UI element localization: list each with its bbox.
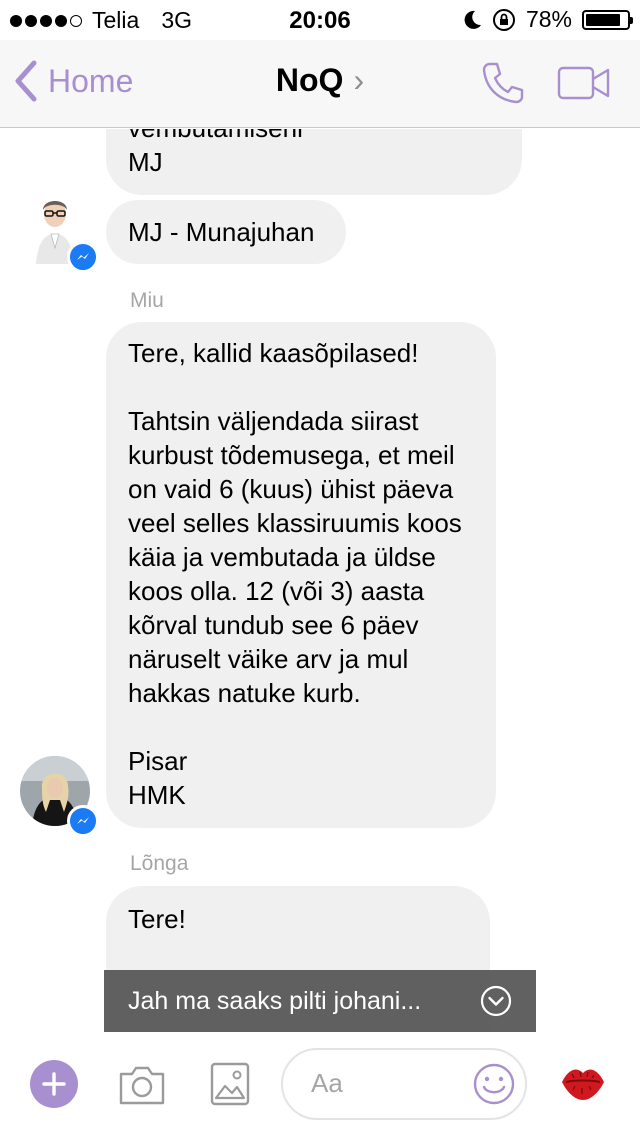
- messenger-icon: [67, 805, 99, 837]
- title-text: NoQ: [275, 62, 344, 98]
- sender-name: Miu: [130, 289, 164, 312]
- rotation-lock-icon: [492, 8, 515, 31]
- chevron-right-icon: ›: [353, 62, 365, 98]
- message-line: vembutamiseni: [128, 129, 500, 145]
- battery-icon: [582, 9, 633, 30]
- message-bubble[interactable]: vembutamiseni MJ: [106, 129, 522, 195]
- message-line: MJ: [128, 147, 163, 177]
- conversation-title[interactable]: NoQ ›: [0, 62, 640, 99]
- message-bubble[interactable]: MJ - Munajuhan: [106, 200, 346, 264]
- message-line: näruselt väike arv ja mul: [128, 644, 409, 674]
- battery-percent: 78%: [525, 6, 572, 32]
- chevron-down-circle-icon[interactable]: [480, 985, 512, 1017]
- message-bubble[interactable]: Tere, kallid kaasõpilased! Tahtsin välje…: [106, 322, 496, 828]
- message-line: Tere!: [128, 904, 186, 934]
- sender-name: Lõnga: [130, 852, 189, 875]
- new-message-preview[interactable]: Jah ma saaks pilti johani...: [104, 970, 536, 1032]
- message-line: koos olla. 12 (või 3) aasta: [128, 576, 425, 606]
- preview-text: Jah ma saaks pilti johani...: [128, 986, 422, 1015]
- navigation-bar: Home NoQ ›: [0, 40, 640, 128]
- moon-icon: [464, 10, 481, 29]
- message-line: veel selles klassiruumis koos: [128, 508, 462, 538]
- camera-icon[interactable]: [118, 1064, 166, 1106]
- message-line: Tahtsin väljendada siirast: [128, 406, 419, 436]
- message-line: kõrval tundub see 6 päev: [128, 610, 419, 640]
- emoji-icon[interactable]: [472, 1062, 516, 1106]
- message-line: Pisar: [128, 746, 188, 776]
- message-line: HMK: [128, 780, 186, 810]
- message-line: Tere, kallid kaasõpilased!: [128, 338, 419, 368]
- image-icon[interactable]: [210, 1062, 250, 1106]
- messenger-icon: [67, 241, 99, 273]
- message-input[interactable]: Aa: [281, 1048, 527, 1120]
- chat-area[interactable]: vembutamiseni MJ MJ - Munajuhan Miu Tere…: [0, 129, 640, 1032]
- input-placeholder: Aa: [311, 1068, 343, 1098]
- message-line: hakkas natuke kurb.: [128, 678, 361, 708]
- kiss-icon[interactable]: [560, 1064, 606, 1102]
- message-line: MJ - Munajuhan: [128, 217, 315, 247]
- message-line: on vaid 6 (kuus) ühist päeva: [128, 474, 454, 504]
- phone-icon[interactable]: [480, 60, 526, 106]
- status-bar: Telia 3G 20:06 78%: [0, 0, 640, 40]
- message-line: kurbust tõdemusega, et meil: [128, 440, 455, 470]
- video-icon[interactable]: [557, 66, 611, 100]
- plus-icon[interactable]: [30, 1060, 78, 1108]
- message-line: käia ja vembutada ja üldse: [128, 542, 436, 572]
- status-right: 78%: [462, 6, 633, 33]
